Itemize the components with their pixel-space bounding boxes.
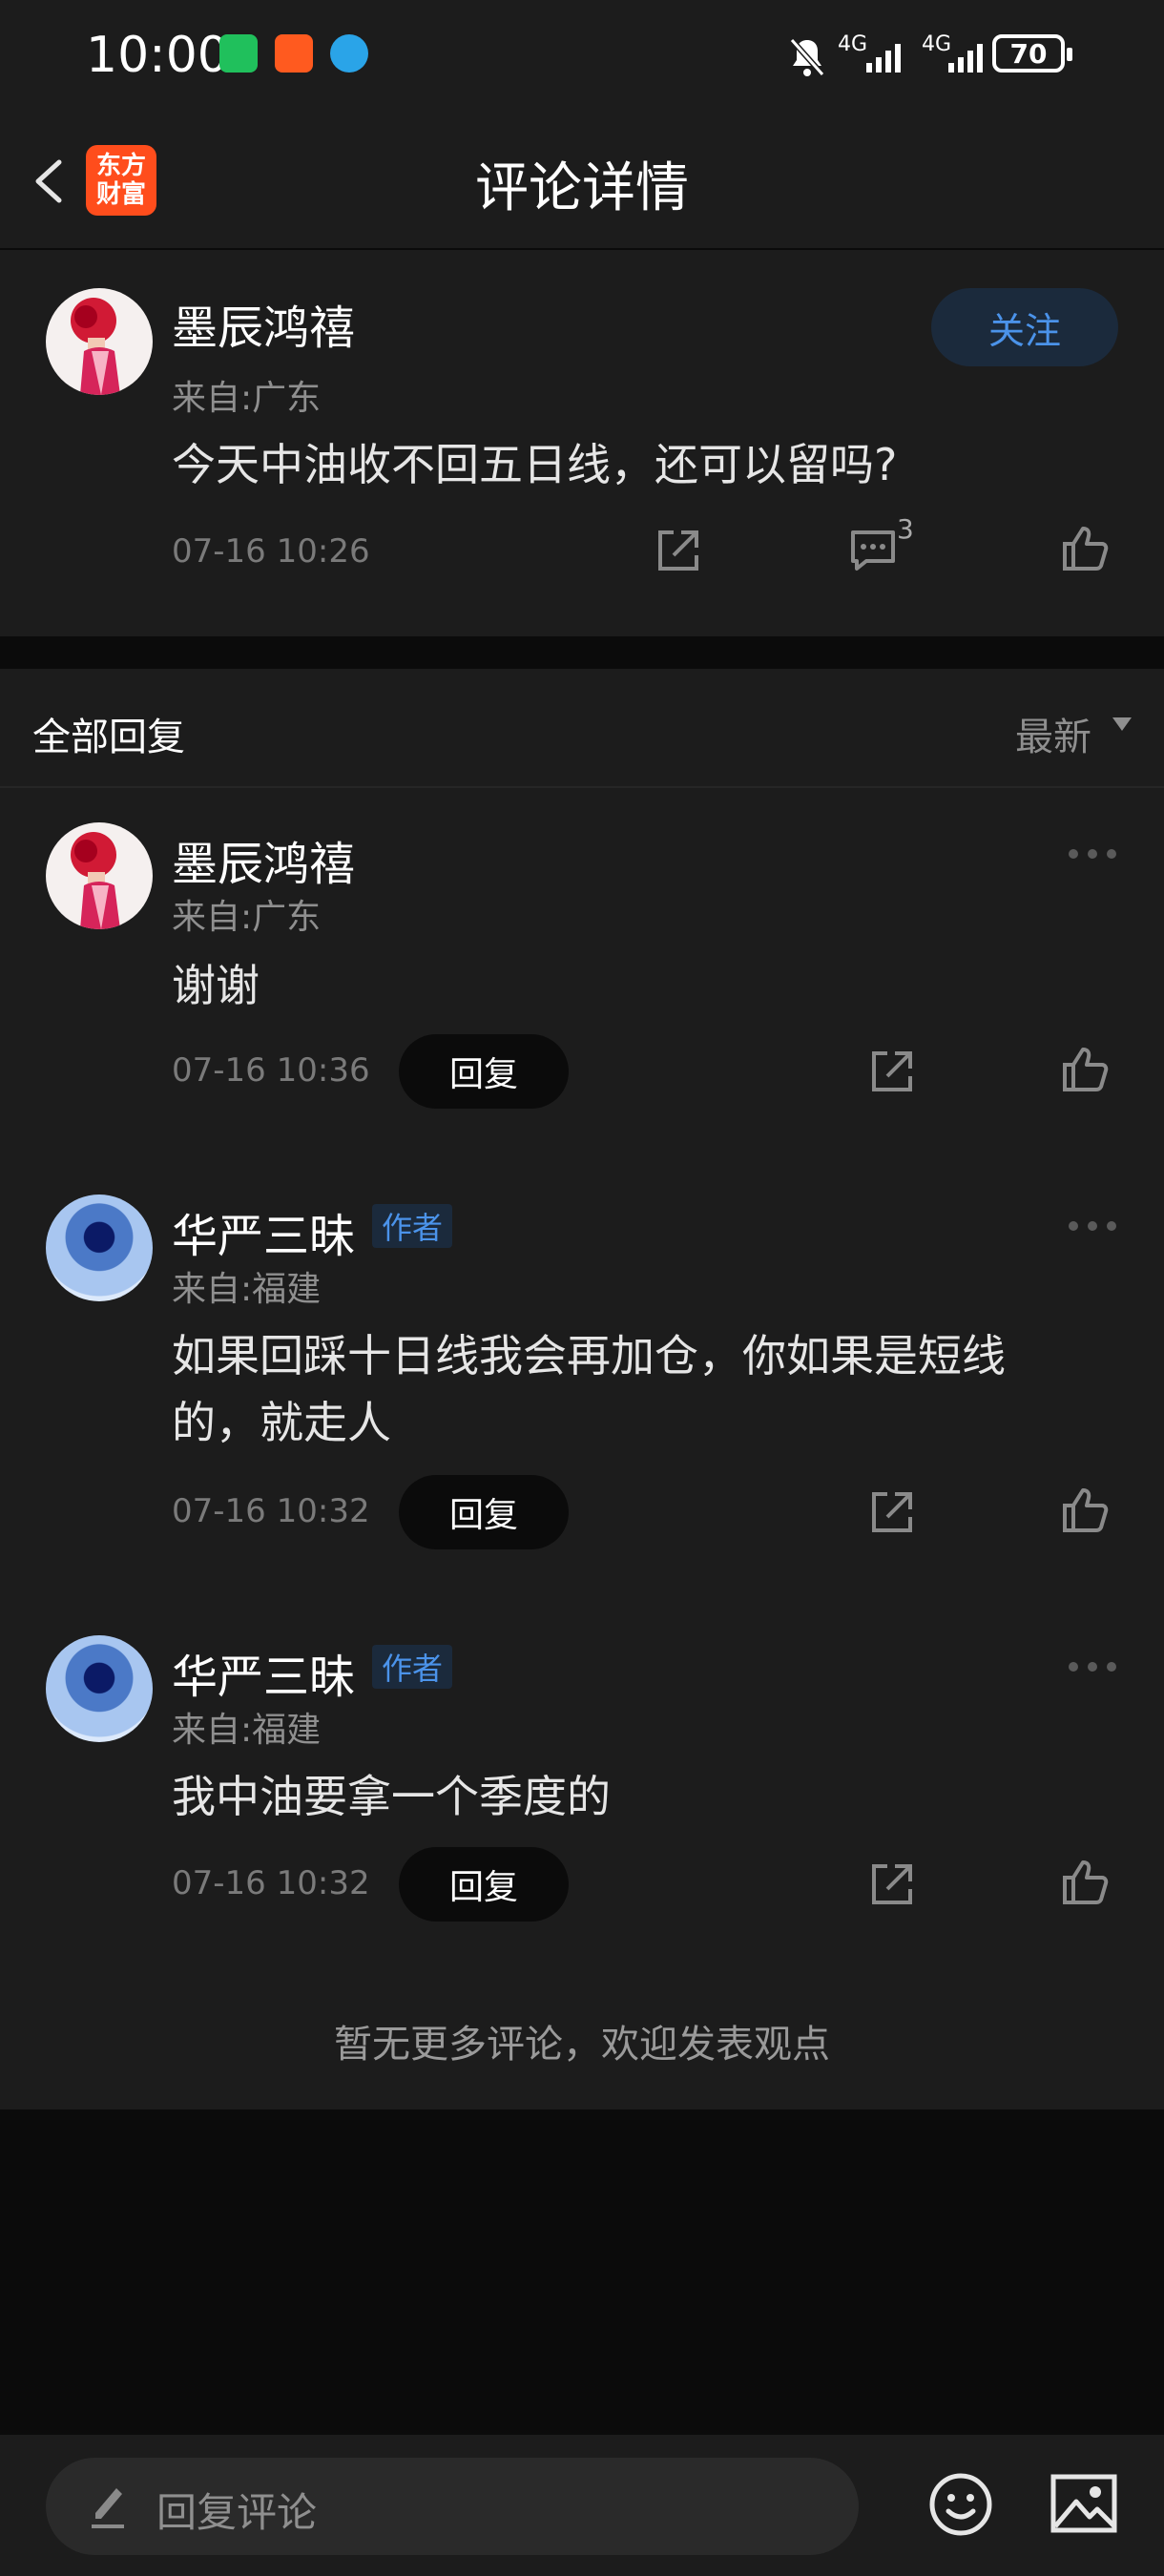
author-badge: 作者 (372, 1645, 453, 1689)
no-more-comments-note: 暂无更多评论，欢迎发表观点 (334, 2023, 830, 2067)
image-icon[interactable] (1050, 2473, 1118, 2534)
sort-dropdown[interactable]: 最新 (1015, 706, 1091, 761)
reply-time: 07-16 10:36 (172, 1051, 370, 1090)
share-icon[interactable] (653, 525, 704, 576)
signal-icon (948, 44, 983, 73)
rose-avatar-image (71, 832, 120, 929)
reply-time: 07-16 10:32 (172, 1864, 370, 1902)
post-content: 今天中油收不回五日线，还可以留吗? (172, 439, 898, 490)
like-icon[interactable] (1059, 1857, 1111, 1908)
divider (0, 786, 1164, 788)
share-icon[interactable] (866, 1486, 918, 1538)
battery-indicator: 70 (992, 34, 1072, 73)
reply-username[interactable]: 华严三昧 (172, 1639, 355, 1706)
reply-content: 如果回踩十日线我会再加仓，你如果是短线的，就走人 (172, 1330, 1006, 1448)
like-icon[interactable] (1059, 523, 1111, 574)
reply-button[interactable]: 回复 (399, 1847, 569, 1922)
browser-icon (330, 34, 368, 73)
status-time: 10:00 (86, 27, 229, 84)
more-options-icon[interactable] (1069, 1221, 1122, 1235)
rose-avatar-image (71, 298, 120, 395)
network-label-1: 4G (838, 32, 868, 56)
wechat-icon (219, 34, 258, 73)
like-icon[interactable] (1059, 1044, 1111, 1095)
emoji-icon[interactable] (927, 2471, 994, 2538)
dropdown-arrow-icon[interactable] (1112, 717, 1132, 731)
post-time: 07-16 10:26 (172, 532, 370, 571)
section-title: 全部回复 (32, 716, 185, 759)
comment-count: 3 (897, 513, 914, 545)
reply-content: 我中油要拿一个季度的 (172, 1771, 611, 1822)
signal-icon (866, 44, 901, 73)
reply-location: 来自:福建 (172, 1270, 322, 1309)
author-badge: 作者 (372, 1204, 453, 1248)
more-options-icon[interactable] (1069, 1662, 1122, 1675)
reply-button[interactable]: 回复 (399, 1034, 569, 1109)
reply-button[interactable]: 回复 (399, 1475, 569, 1549)
page-title: 评论详情 (475, 157, 689, 219)
bell-muted-icon (789, 38, 825, 76)
avatar[interactable] (46, 288, 153, 395)
follow-button[interactable]: 关注 (931, 288, 1118, 366)
post-location: 来自:广东 (172, 379, 322, 418)
reply-location: 来自:福建 (172, 1711, 322, 1750)
reply-time: 07-16 10:32 (172, 1492, 370, 1530)
app-icon (275, 34, 313, 73)
avatar[interactable] (46, 822, 153, 929)
share-icon[interactable] (866, 1859, 918, 1910)
reply-location: 来自:广东 (172, 898, 322, 937)
more-options-icon[interactable] (1069, 849, 1122, 862)
reply-username[interactable]: 墨辰鸿禧 (172, 826, 355, 893)
comment-icon[interactable] (847, 525, 899, 576)
reply-placeholder[interactable]: 回复评论 (156, 2481, 317, 2539)
reply-username[interactable]: 华严三昧 (172, 1198, 355, 1265)
avatar[interactable] (46, 1635, 153, 1742)
section-gap (0, 636, 1164, 669)
share-icon[interactable] (866, 1046, 918, 1097)
like-icon[interactable] (1059, 1485, 1111, 1536)
reply-content: 谢谢 (172, 960, 260, 1011)
avatar[interactable] (46, 1195, 153, 1301)
pencil-icon (92, 2488, 124, 2528)
post-username[interactable]: 墨辰鸿禧 (172, 290, 355, 357)
